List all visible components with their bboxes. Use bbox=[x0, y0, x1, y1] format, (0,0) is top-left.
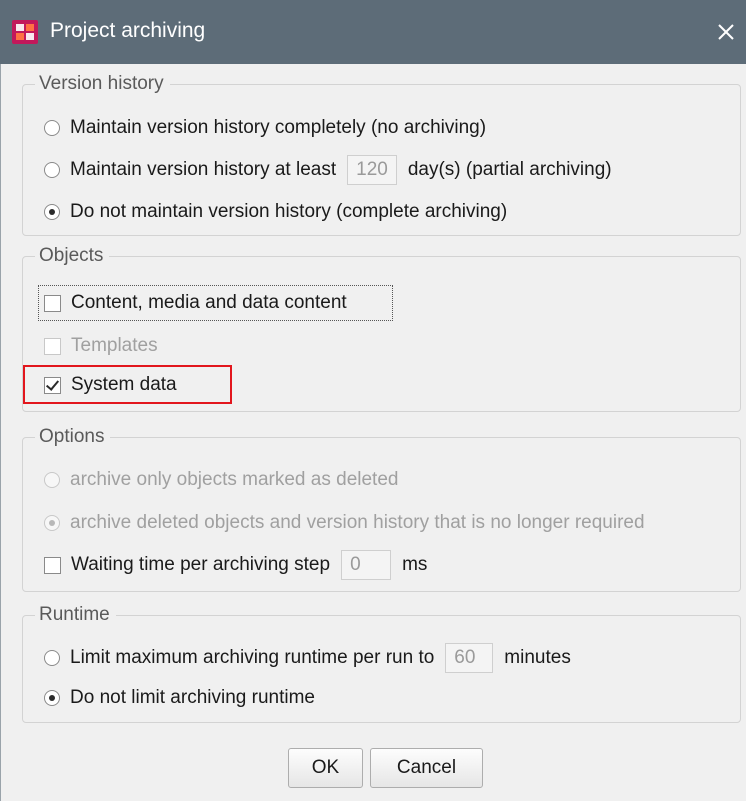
checkbox-row-waiting[interactable]: Waiting time per archiving step 0 ms bbox=[44, 550, 427, 580]
close-icon[interactable] bbox=[710, 16, 742, 48]
checkbox-content-label[interactable]: Content, media and data content bbox=[71, 292, 347, 314]
app-icon bbox=[12, 20, 38, 44]
radio-deleted-and-history-label: archive deleted objects and version hist… bbox=[70, 512, 645, 533]
version-history-group: Version history Maintain version history… bbox=[22, 71, 741, 236]
options-group: Options archive only objects marked as d… bbox=[22, 424, 741, 592]
radio-deleted-and-history bbox=[44, 515, 60, 531]
version-history-legend: Version history bbox=[35, 71, 170, 97]
radio-row-partial-history[interactable]: Maintain version history at least 120 da… bbox=[44, 155, 612, 185]
partial-days-input[interactable]: 120 bbox=[347, 155, 397, 185]
radio-row-no-history[interactable]: Do not maintain version history (complet… bbox=[44, 197, 507, 227]
radio-complete-history-label[interactable]: Maintain version history completely (no … bbox=[70, 117, 486, 139]
checkbox-waiting[interactable] bbox=[44, 556, 61, 574]
radio-partial-history[interactable] bbox=[44, 162, 60, 178]
radio-no-limit[interactable] bbox=[44, 690, 60, 706]
radio-no-limit-label[interactable]: Do not limit archiving runtime bbox=[70, 687, 315, 709]
radio-no-history[interactable] bbox=[44, 204, 60, 220]
radio-deleted-only-label: archive only objects marked as deleted bbox=[70, 469, 399, 490]
waiting-time-unit: ms bbox=[402, 554, 428, 575]
checkbox-row-system[interactable]: System data bbox=[44, 370, 177, 400]
radio-complete-history[interactable] bbox=[44, 120, 60, 136]
dialog-body: Version history Maintain version history… bbox=[0, 64, 746, 801]
checkbox-templates bbox=[44, 337, 61, 355]
options-legend: Options bbox=[35, 424, 111, 450]
checkbox-waiting-label[interactable]: Waiting time per archiving step bbox=[71, 554, 330, 576]
runtime-minutes-unit: minutes bbox=[504, 647, 571, 668]
radio-no-history-label[interactable]: Do not maintain version history (complet… bbox=[70, 201, 507, 223]
ok-button[interactable]: OK bbox=[288, 748, 363, 788]
radio-limit-runtime-label[interactable]: Limit maximum archiving runtime per run … bbox=[70, 647, 434, 669]
radio-row-deleted-and-history: archive deleted objects and version hist… bbox=[44, 508, 645, 538]
cancel-button[interactable]: Cancel bbox=[370, 748, 483, 788]
radio-row-limit-runtime[interactable]: Limit maximum archiving runtime per run … bbox=[44, 643, 571, 673]
radio-row-no-limit[interactable]: Do not limit archiving runtime bbox=[44, 683, 315, 713]
radio-row-complete-history[interactable]: Maintain version history completely (no … bbox=[44, 113, 486, 143]
runtime-minutes-input[interactable]: 60 bbox=[445, 643, 494, 673]
checkbox-row-content[interactable]: Content, media and data content bbox=[44, 288, 347, 318]
runtime-group: Runtime Limit maximum archiving runtime … bbox=[22, 602, 741, 723]
runtime-legend: Runtime bbox=[35, 602, 116, 628]
checkbox-system[interactable] bbox=[44, 376, 61, 394]
checkbox-templates-label: Templates bbox=[71, 335, 158, 356]
window-title: Project archiving bbox=[50, 19, 206, 42]
radio-deleted-only bbox=[44, 472, 60, 488]
radio-row-deleted-only: archive only objects marked as deleted bbox=[44, 465, 398, 495]
checkbox-content[interactable] bbox=[44, 294, 61, 312]
objects-legend: Objects bbox=[35, 243, 110, 269]
objects-group: Objects Content, media and data content … bbox=[22, 243, 741, 412]
radio-limit-runtime[interactable] bbox=[44, 650, 60, 666]
partial-days-suffix: day(s) (partial archiving) bbox=[407, 159, 612, 180]
radio-partial-history-label[interactable]: Maintain version history at least bbox=[70, 159, 336, 181]
title-bar: Project archiving bbox=[0, 0, 746, 64]
checkbox-row-templates: Templates bbox=[44, 331, 158, 361]
checkbox-system-label[interactable]: System data bbox=[71, 374, 177, 396]
waiting-time-input[interactable]: 0 bbox=[341, 550, 392, 580]
